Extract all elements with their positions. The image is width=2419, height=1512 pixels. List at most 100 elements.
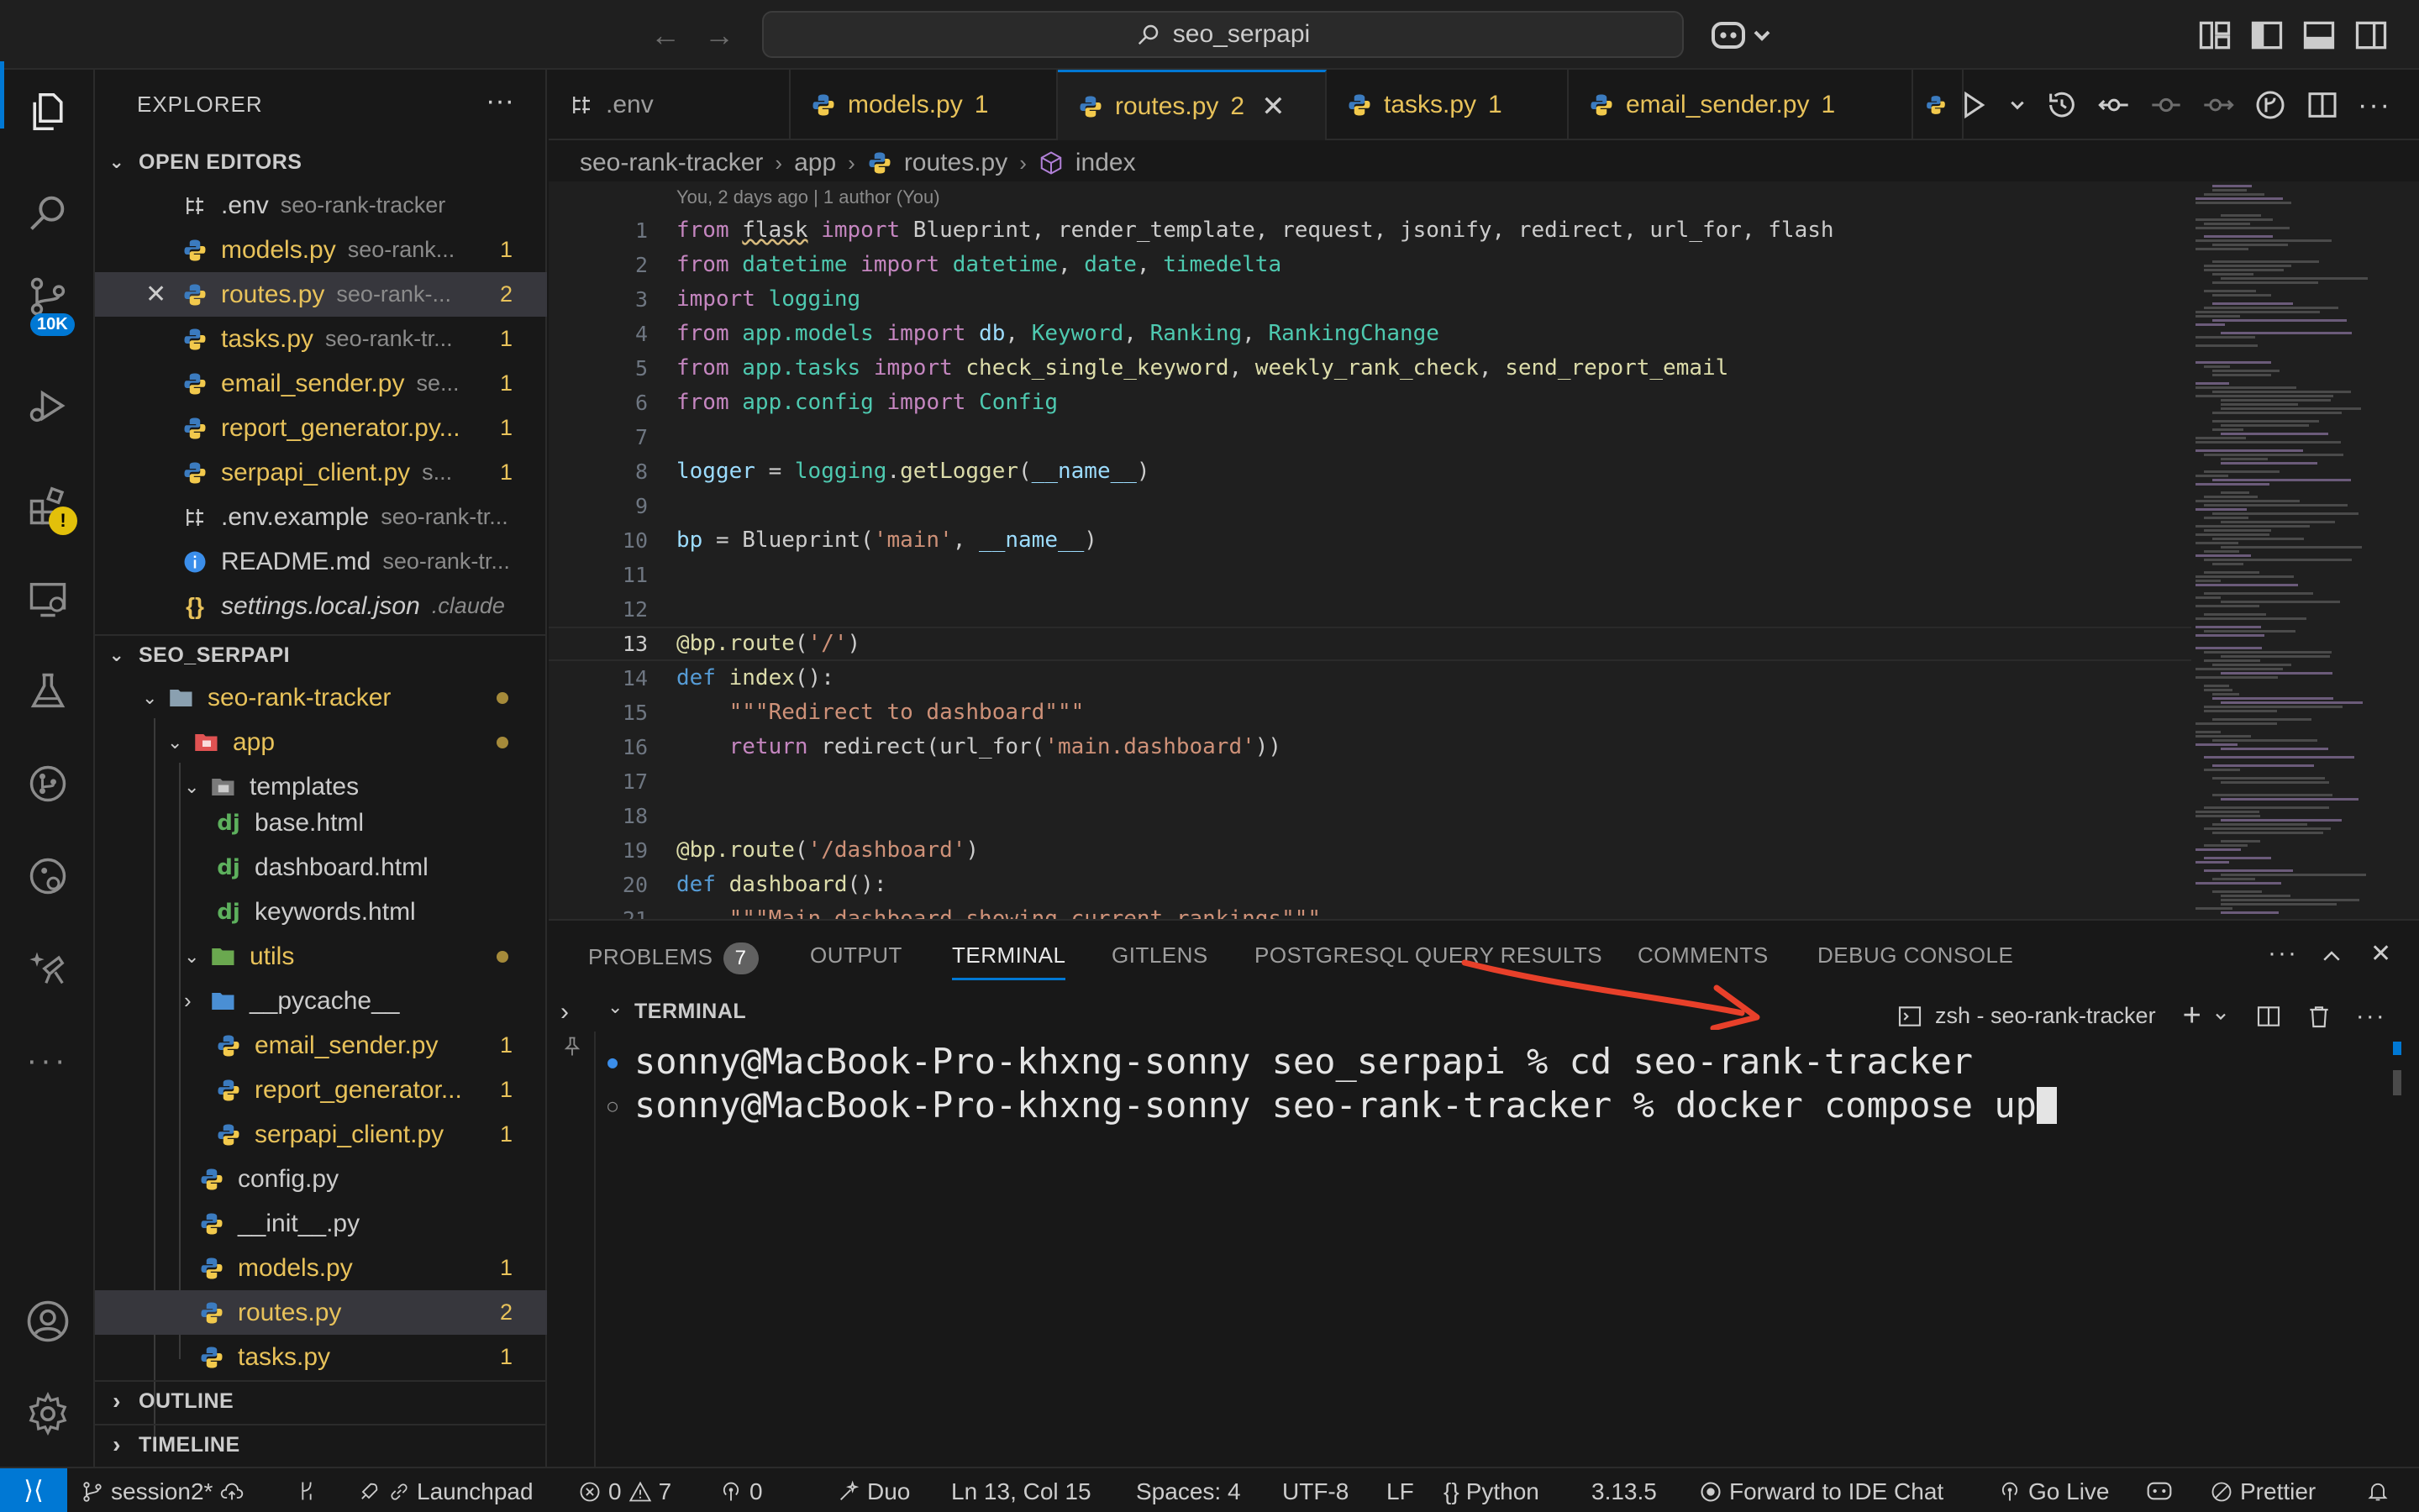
gitlens-activity[interactable] bbox=[0, 742, 95, 826]
terminal-output[interactable]: ● sonny@MacBook-Pro-khxng-sonny seo_serpa… bbox=[607, 1040, 2057, 1127]
timeline-section[interactable]: › TIMELINE bbox=[95, 1424, 547, 1464]
close-panel-icon[interactable]: ✕ bbox=[2370, 939, 2391, 969]
toggle-sidebar-icon[interactable] bbox=[2248, 17, 2285, 54]
terminal-instance[interactable]: zsh - seo-rank-tracker + ··· bbox=[1896, 998, 2386, 1034]
toggle-panel-icon[interactable] bbox=[2301, 17, 2337, 54]
tree-folder[interactable]: ⌄ app bbox=[95, 720, 547, 764]
tree-file[interactable]: __init__.py bbox=[95, 1201, 547, 1246]
split-terminal-icon[interactable] bbox=[2255, 1003, 2282, 1030]
tree-file[interactable]: models.py 1 bbox=[95, 1246, 547, 1290]
open-editor-item-active[interactable]: ✕ routes.py seo-rank-... 2 bbox=[95, 272, 547, 317]
forward-to-chat-status[interactable]: Forward to IDE Chat bbox=[1699, 1478, 1943, 1505]
tab-models[interactable]: models.py 1 bbox=[791, 70, 1058, 140]
timeline-history-icon[interactable] bbox=[2045, 88, 2079, 122]
manage-activity[interactable] bbox=[0, 1372, 95, 1456]
cursor-position-status[interactable]: Ln 13, Col 15 bbox=[951, 1478, 1091, 1505]
explorer-activity[interactable] bbox=[0, 53, 95, 171]
chevron-down-icon[interactable] bbox=[2213, 1004, 2228, 1029]
new-terminal-icon[interactable]: + bbox=[2183, 998, 2201, 1034]
copilot-icon[interactable] bbox=[1710, 17, 1777, 54]
dev-tools-activity[interactable] bbox=[0, 927, 95, 1011]
tree-file-active[interactable]: routes.py 2 bbox=[95, 1290, 547, 1335]
maximize-panel-icon[interactable] bbox=[2319, 944, 2344, 969]
tab-env[interactable]: .env bbox=[549, 70, 791, 140]
open-editor-item[interactable]: tasks.py seo-rank-tr... 1 bbox=[95, 317, 547, 361]
open-editor-item[interactable]: email_sender.py se... 1 bbox=[95, 361, 547, 406]
tree-file[interactable]: tasks.py 1 bbox=[95, 1335, 547, 1379]
remote-explorer-activity[interactable] bbox=[0, 557, 95, 641]
gitlens-graph-icon[interactable] bbox=[2253, 88, 2287, 122]
breadcrumb-item[interactable]: index bbox=[1075, 149, 1136, 177]
tab-debug-console[interactable]: DEBUG CONSOLE bbox=[1817, 942, 2013, 969]
accounts-activity[interactable] bbox=[0, 1279, 95, 1363]
breadcrumb-item[interactable]: seo-rank-tracker bbox=[580, 149, 763, 177]
compare-changes-icon[interactable] bbox=[2097, 88, 2131, 122]
open-editor-item[interactable]: serpapi_client.py s... 1 bbox=[95, 450, 547, 495]
tab-problems[interactable]: PROBLEMS 7 bbox=[588, 942, 759, 974]
more-actions-icon[interactable]: ··· bbox=[2356, 1002, 2386, 1031]
minimap[interactable] bbox=[2196, 181, 2406, 919]
tree-file[interactable]: serpapi_client.py 1 bbox=[95, 1112, 547, 1157]
close-icon[interactable]: ✕ bbox=[145, 280, 166, 309]
run-icon[interactable] bbox=[1956, 88, 1990, 122]
layout-customize-icon[interactable] bbox=[2196, 17, 2233, 54]
trash-icon[interactable] bbox=[2306, 1003, 2332, 1030]
chevron-down-icon[interactable] bbox=[2008, 88, 2027, 122]
search-activity[interactable] bbox=[0, 171, 95, 255]
remote-indicator-icon[interactable]: ⟩⟨ bbox=[0, 1468, 67, 1512]
encoding-status[interactable]: UTF-8 bbox=[1282, 1478, 1349, 1505]
tree-file[interactable]: email_sender.py 1 bbox=[95, 1023, 547, 1068]
back-arrow-icon[interactable]: ← bbox=[649, 18, 682, 52]
eol-status[interactable]: LF bbox=[1386, 1478, 1414, 1505]
problems-status[interactable]: 0 7 bbox=[578, 1478, 671, 1505]
tree-file[interactable]: config.py bbox=[95, 1157, 547, 1201]
cloud-upload-icon[interactable] bbox=[219, 1480, 245, 1504]
chevron-down-icon[interactable]: ⌄ bbox=[607, 996, 623, 1018]
tree-file[interactable]: dj keywords.html bbox=[95, 890, 547, 934]
tab-output[interactable]: OUTPUT bbox=[810, 942, 902, 969]
open-editor-item[interactable]: .env seo-rank-tracker bbox=[95, 183, 547, 228]
close-tab-icon[interactable]: ✕ bbox=[1261, 90, 1286, 123]
testing-activity[interactable] bbox=[0, 649, 95, 733]
tab-terminal[interactable]: TERMINAL bbox=[952, 942, 1066, 980]
prettier-status[interactable]: Prettier bbox=[2210, 1478, 2316, 1505]
open-editor-item[interactable]: {} settings.local.json .claude bbox=[95, 584, 547, 628]
open-editor-item[interactable]: models.py seo-rank... 1 bbox=[95, 228, 547, 272]
tab-gitlens[interactable]: GITLENS bbox=[1112, 942, 1208, 969]
more-actions-icon[interactable]: ··· bbox=[2268, 939, 2298, 968]
open-editors-section[interactable]: ⌄ OPEN EDITORS bbox=[95, 142, 547, 182]
toggle-secondary-sidebar-icon[interactable] bbox=[2353, 17, 2390, 54]
next-change-icon[interactable] bbox=[2201, 88, 2235, 122]
branch-status[interactable]: session2* bbox=[81, 1478, 245, 1505]
duo-status[interactable]: Duo bbox=[837, 1478, 910, 1505]
tab-email-sender[interactable]: email_sender.py 1 bbox=[1569, 70, 1913, 140]
extensions-activity[interactable] bbox=[0, 465, 95, 549]
tree-folder[interactable]: › __pycache__ bbox=[95, 979, 547, 1023]
command-center[interactable]: seo_serpapi bbox=[762, 11, 1684, 58]
git-commit-icon[interactable] bbox=[2149, 88, 2183, 122]
copilot-status-icon[interactable] bbox=[2146, 1479, 2173, 1503]
open-editor-item[interactable]: report_generator.py... 1 bbox=[95, 406, 547, 450]
forward-arrow-icon[interactable]: → bbox=[702, 18, 736, 52]
chevron-right-icon[interactable]: › bbox=[560, 998, 569, 1026]
ports-status[interactable]: 0 bbox=[719, 1478, 763, 1505]
indentation-status[interactable]: Spaces: 4 bbox=[1136, 1478, 1241, 1505]
run-debug-activity[interactable] bbox=[0, 364, 95, 448]
split-editor-icon[interactable] bbox=[2306, 88, 2339, 122]
tab-routes[interactable]: routes.py 2 ✕ bbox=[1058, 70, 1327, 140]
git-blame-annotation[interactable]: You, 2 days ago | 1 author (You) bbox=[676, 186, 940, 208]
tree-folder[interactable]: ⌄ utils bbox=[95, 934, 547, 979]
breadcrumb-item[interactable]: app bbox=[794, 149, 836, 177]
language-status[interactable]: {} Python bbox=[1444, 1478, 1539, 1505]
tab-tasks[interactable]: tasks.py 1 bbox=[1327, 70, 1569, 140]
more-actions-icon[interactable]: ··· bbox=[486, 85, 514, 118]
tree-file[interactable]: dj dashboard.html bbox=[95, 845, 547, 890]
code-editor[interactable]: You, 2 days ago | 1 author (You) 1234567… bbox=[549, 181, 2419, 919]
breadcrumb-item[interactable]: routes.py bbox=[904, 149, 1007, 177]
go-live-status[interactable]: Go Live bbox=[1998, 1478, 2110, 1505]
code-content[interactable]: from flask import Blueprint, render_temp… bbox=[676, 213, 2357, 919]
tree-file[interactable]: dj base.html bbox=[95, 801, 547, 845]
outline-section[interactable]: › OUTLINE bbox=[95, 1380, 547, 1420]
tree-folder[interactable]: ⌄ seo-rank-tracker bbox=[95, 675, 547, 720]
terminal-scrollbar[interactable] bbox=[2393, 1042, 2401, 1095]
